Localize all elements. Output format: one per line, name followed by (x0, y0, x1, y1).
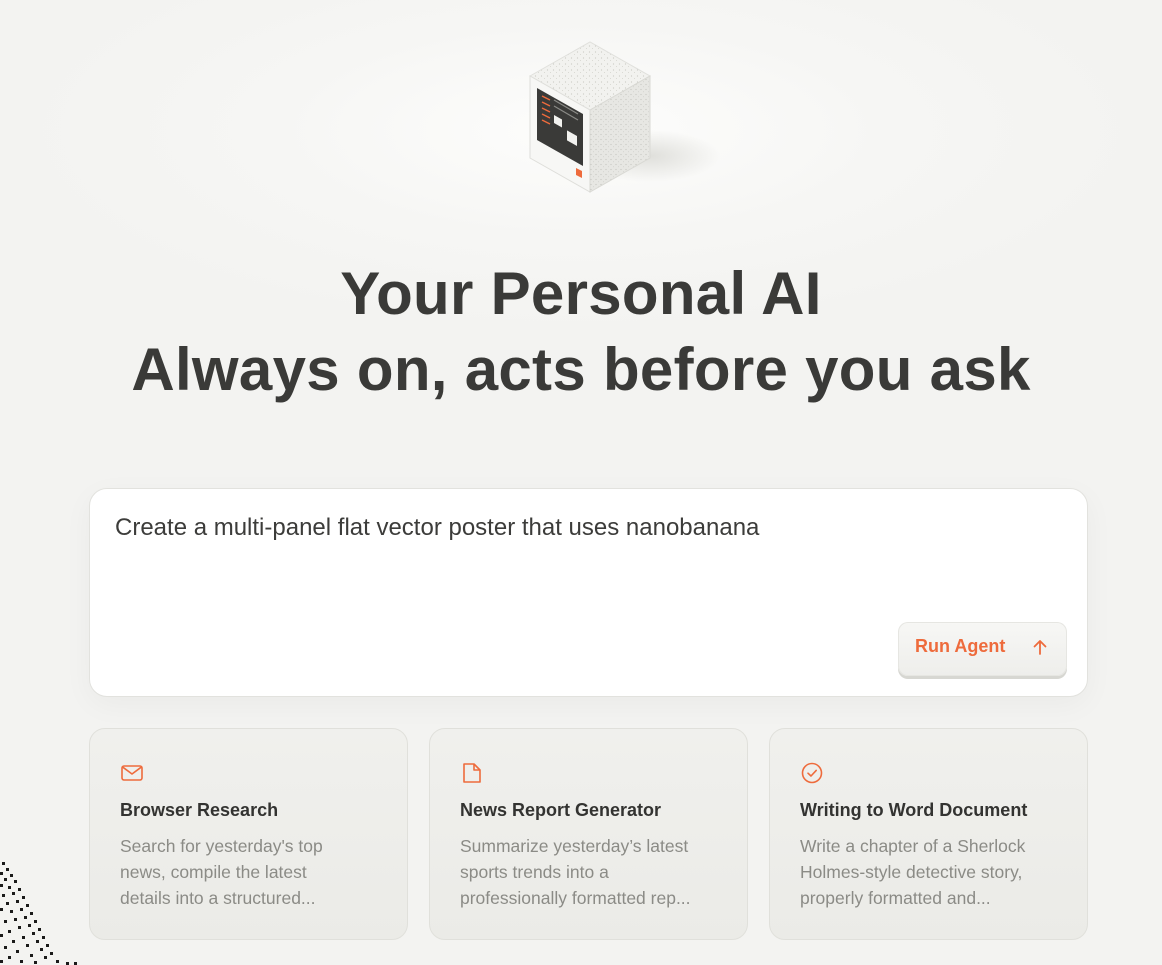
card-browser-research[interactable]: Browser Research Search for yesterday's … (89, 728, 408, 940)
card-description-line: Summarize yesterday’s latest (460, 836, 689, 856)
card-description-line: news, compile the latest (120, 862, 307, 882)
check-circle-icon (801, 762, 823, 784)
prompt-text[interactable]: Create a multi-panel flat vector poster … (115, 513, 1057, 543)
headline-line-1: Your Personal AI (340, 260, 822, 327)
run-agent-label: Run Agent (915, 636, 1006, 656)
run-agent-button[interactable]: Run Agent (898, 622, 1067, 676)
headline-line-2: Always on, acts before you ask (131, 336, 1031, 403)
card-description: Summarize yesterday’s latest sports tren… (460, 833, 722, 911)
card-description-line: Write a chapter of a Sherlock (800, 836, 1026, 856)
card-description-line: Holmes-style detective story, (800, 862, 1023, 882)
landing-page: Your Personal AI Always on, acts before … (0, 0, 1162, 965)
card-writing-to-word-document[interactable]: Writing to Word Document Write a chapter… (769, 728, 1088, 940)
card-description-line: professionally formatted rep... (460, 888, 691, 908)
card-description-line: properly formatted and... (800, 888, 991, 908)
card-description-line: Search for yesterday's top (120, 836, 323, 856)
card-description-line: sports trends into a (460, 862, 609, 882)
prompt-input[interactable]: Create a multi-panel flat vector poster … (89, 488, 1088, 697)
mail-icon (121, 765, 143, 781)
card-description: Search for yesterday's top news, compile… (120, 833, 382, 911)
card-description-line: details into a structured... (120, 888, 316, 908)
computer-cube-illustration (528, 41, 720, 193)
card-news-report-generator[interactable]: News Report Generator Summarize yesterda… (429, 728, 748, 940)
decorative-pixel-pattern (0, 862, 77, 965)
card-description: Write a chapter of a Sherlock Holmes-sty… (800, 833, 1062, 911)
document-icon (463, 763, 481, 783)
arrow-up-icon (1033, 640, 1047, 655)
card-title: News Report Generator (460, 800, 662, 820)
card-title: Browser Research (120, 800, 279, 820)
card-title: Writing to Word Document (800, 800, 1028, 820)
